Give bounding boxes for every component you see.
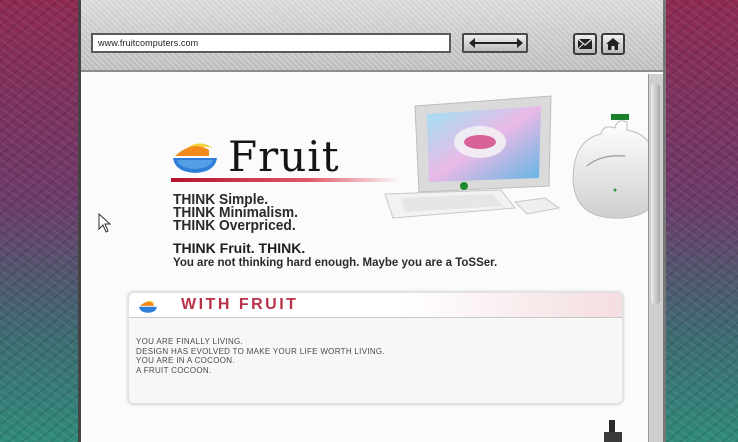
panel-body: YOU ARE FINALLY LIVING. DESIGN HAS EVOLV… [136,337,385,375]
browser-window: www.fruitcomputers.com Fruit THINK Simpl… [78,0,666,442]
home-button[interactable] [601,33,625,55]
panel-line: DESIGN HAS EVOLVED TO MAKE YOUR LIFE WOR… [136,346,385,356]
with-fruit-panel: WITH FRUIT YOU ARE FINALLY LIVING. DESIG… [128,292,623,404]
page-content: Fruit THINK Simple. THINK Minimalism. TH… [81,74,662,442]
mail-icon [577,38,593,50]
panel-line: A FRUIT COCOON. [136,365,212,375]
fruit-bowl-icon [173,143,217,173]
panel-line: YOU ARE FINALLY LIVING. [136,337,244,346]
home-icon [606,38,620,50]
panel-title: WITH FRUIT [181,296,299,313]
back-forward-button[interactable] [462,33,528,53]
mouse-cursor-icon [98,213,112,233]
fruit-bowl-icon [139,300,157,313]
panel-header: WITH FRUIT [129,293,622,318]
tagline-overpriced: THINK Overpriced. [173,217,296,234]
vertical-scrollbar[interactable] [648,74,663,442]
back-forward-icon [469,38,523,48]
computer-product-image [384,95,662,219]
browser-toolbar: www.fruitcomputers.com [81,0,663,72]
brand-logo-text: Fruit [228,132,340,181]
mail-button[interactable] [573,33,597,55]
think-fruit-heading: THINK Fruit. THINK. [173,240,306,256]
hero-subline: You are not thinking hard enough. Maybe … [173,257,498,269]
mouse-device-icon [604,420,622,442]
address-bar[interactable]: www.fruitcomputers.com [91,33,451,53]
scroll-thumb[interactable] [651,84,660,304]
panel-line: YOU ARE IN A COCOON. [136,356,235,365]
